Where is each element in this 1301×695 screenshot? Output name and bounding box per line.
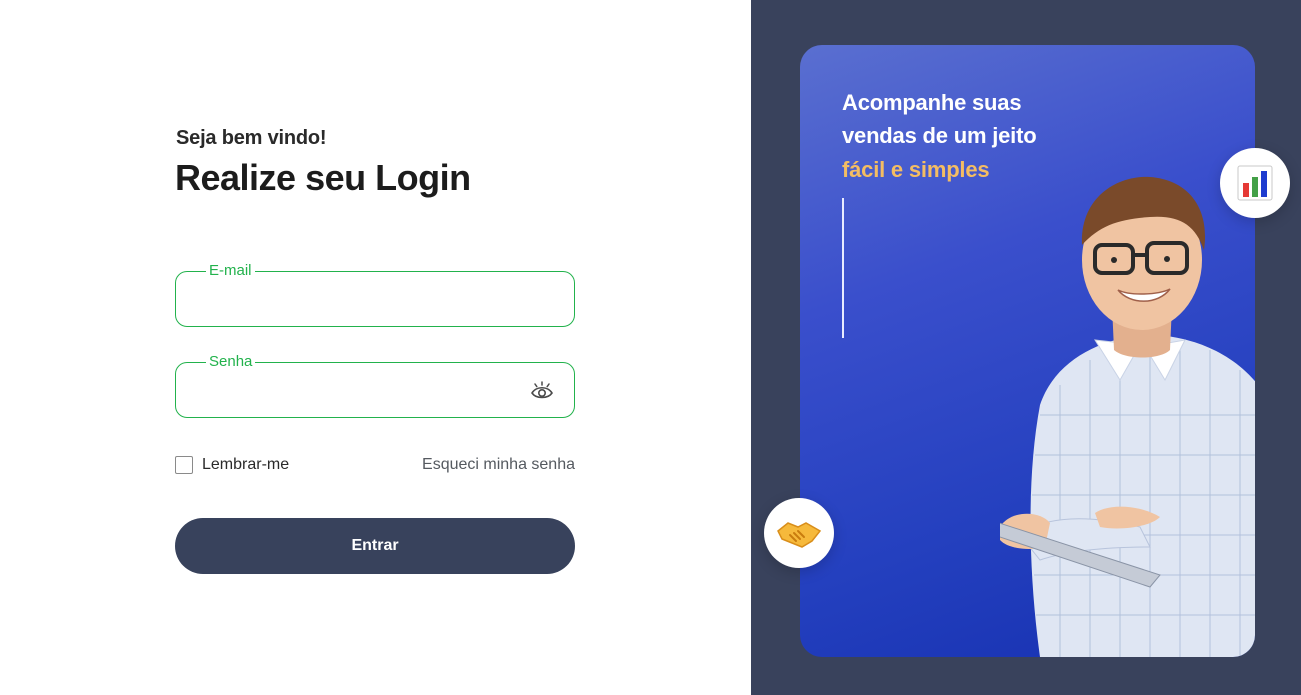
promo-headline-highlight: fácil e simples [842, 157, 990, 182]
person-with-tablet-illustration [1000, 176, 1255, 657]
email-field[interactable]: E-mail [175, 262, 575, 327]
login-panel: Seja bem vindo! Realize seu Login E-mail… [0, 0, 751, 695]
promo-headline-line2: vendas de um jeito [842, 123, 1037, 148]
promo-headline-line1: Acompanhe suas [842, 90, 1022, 115]
eye-icon[interactable] [530, 380, 554, 402]
password-input[interactable] [190, 371, 520, 409]
page-title: Realize seu Login [175, 157, 471, 198]
promo-divider [842, 198, 844, 338]
greeting-text: Seja bem vindo! [176, 127, 327, 149]
remember-checkbox[interactable] [175, 456, 193, 474]
handshake-icon [777, 522, 822, 548]
email-input[interactable] [190, 280, 520, 318]
bar-chart-icon [1237, 165, 1273, 201]
promo-panel: Acompanhe suas vendas de um jeito fácil … [751, 0, 1301, 695]
bar-chart-badge [1220, 148, 1290, 218]
password-field[interactable]: Senha [175, 353, 575, 418]
email-label: E-mail [206, 262, 255, 280]
remember-me[interactable]: Lembrar-me [175, 456, 289, 474]
handshake-badge [764, 498, 834, 568]
remember-label: Lembrar-me [202, 456, 290, 473]
login-button[interactable]: Entrar [175, 518, 575, 574]
password-label: Senha [206, 353, 256, 371]
promo-card: Acompanhe suas vendas de um jeito fácil … [800, 45, 1255, 657]
forgot-password-link[interactable]: Esqueci minha senha [400, 456, 575, 474]
